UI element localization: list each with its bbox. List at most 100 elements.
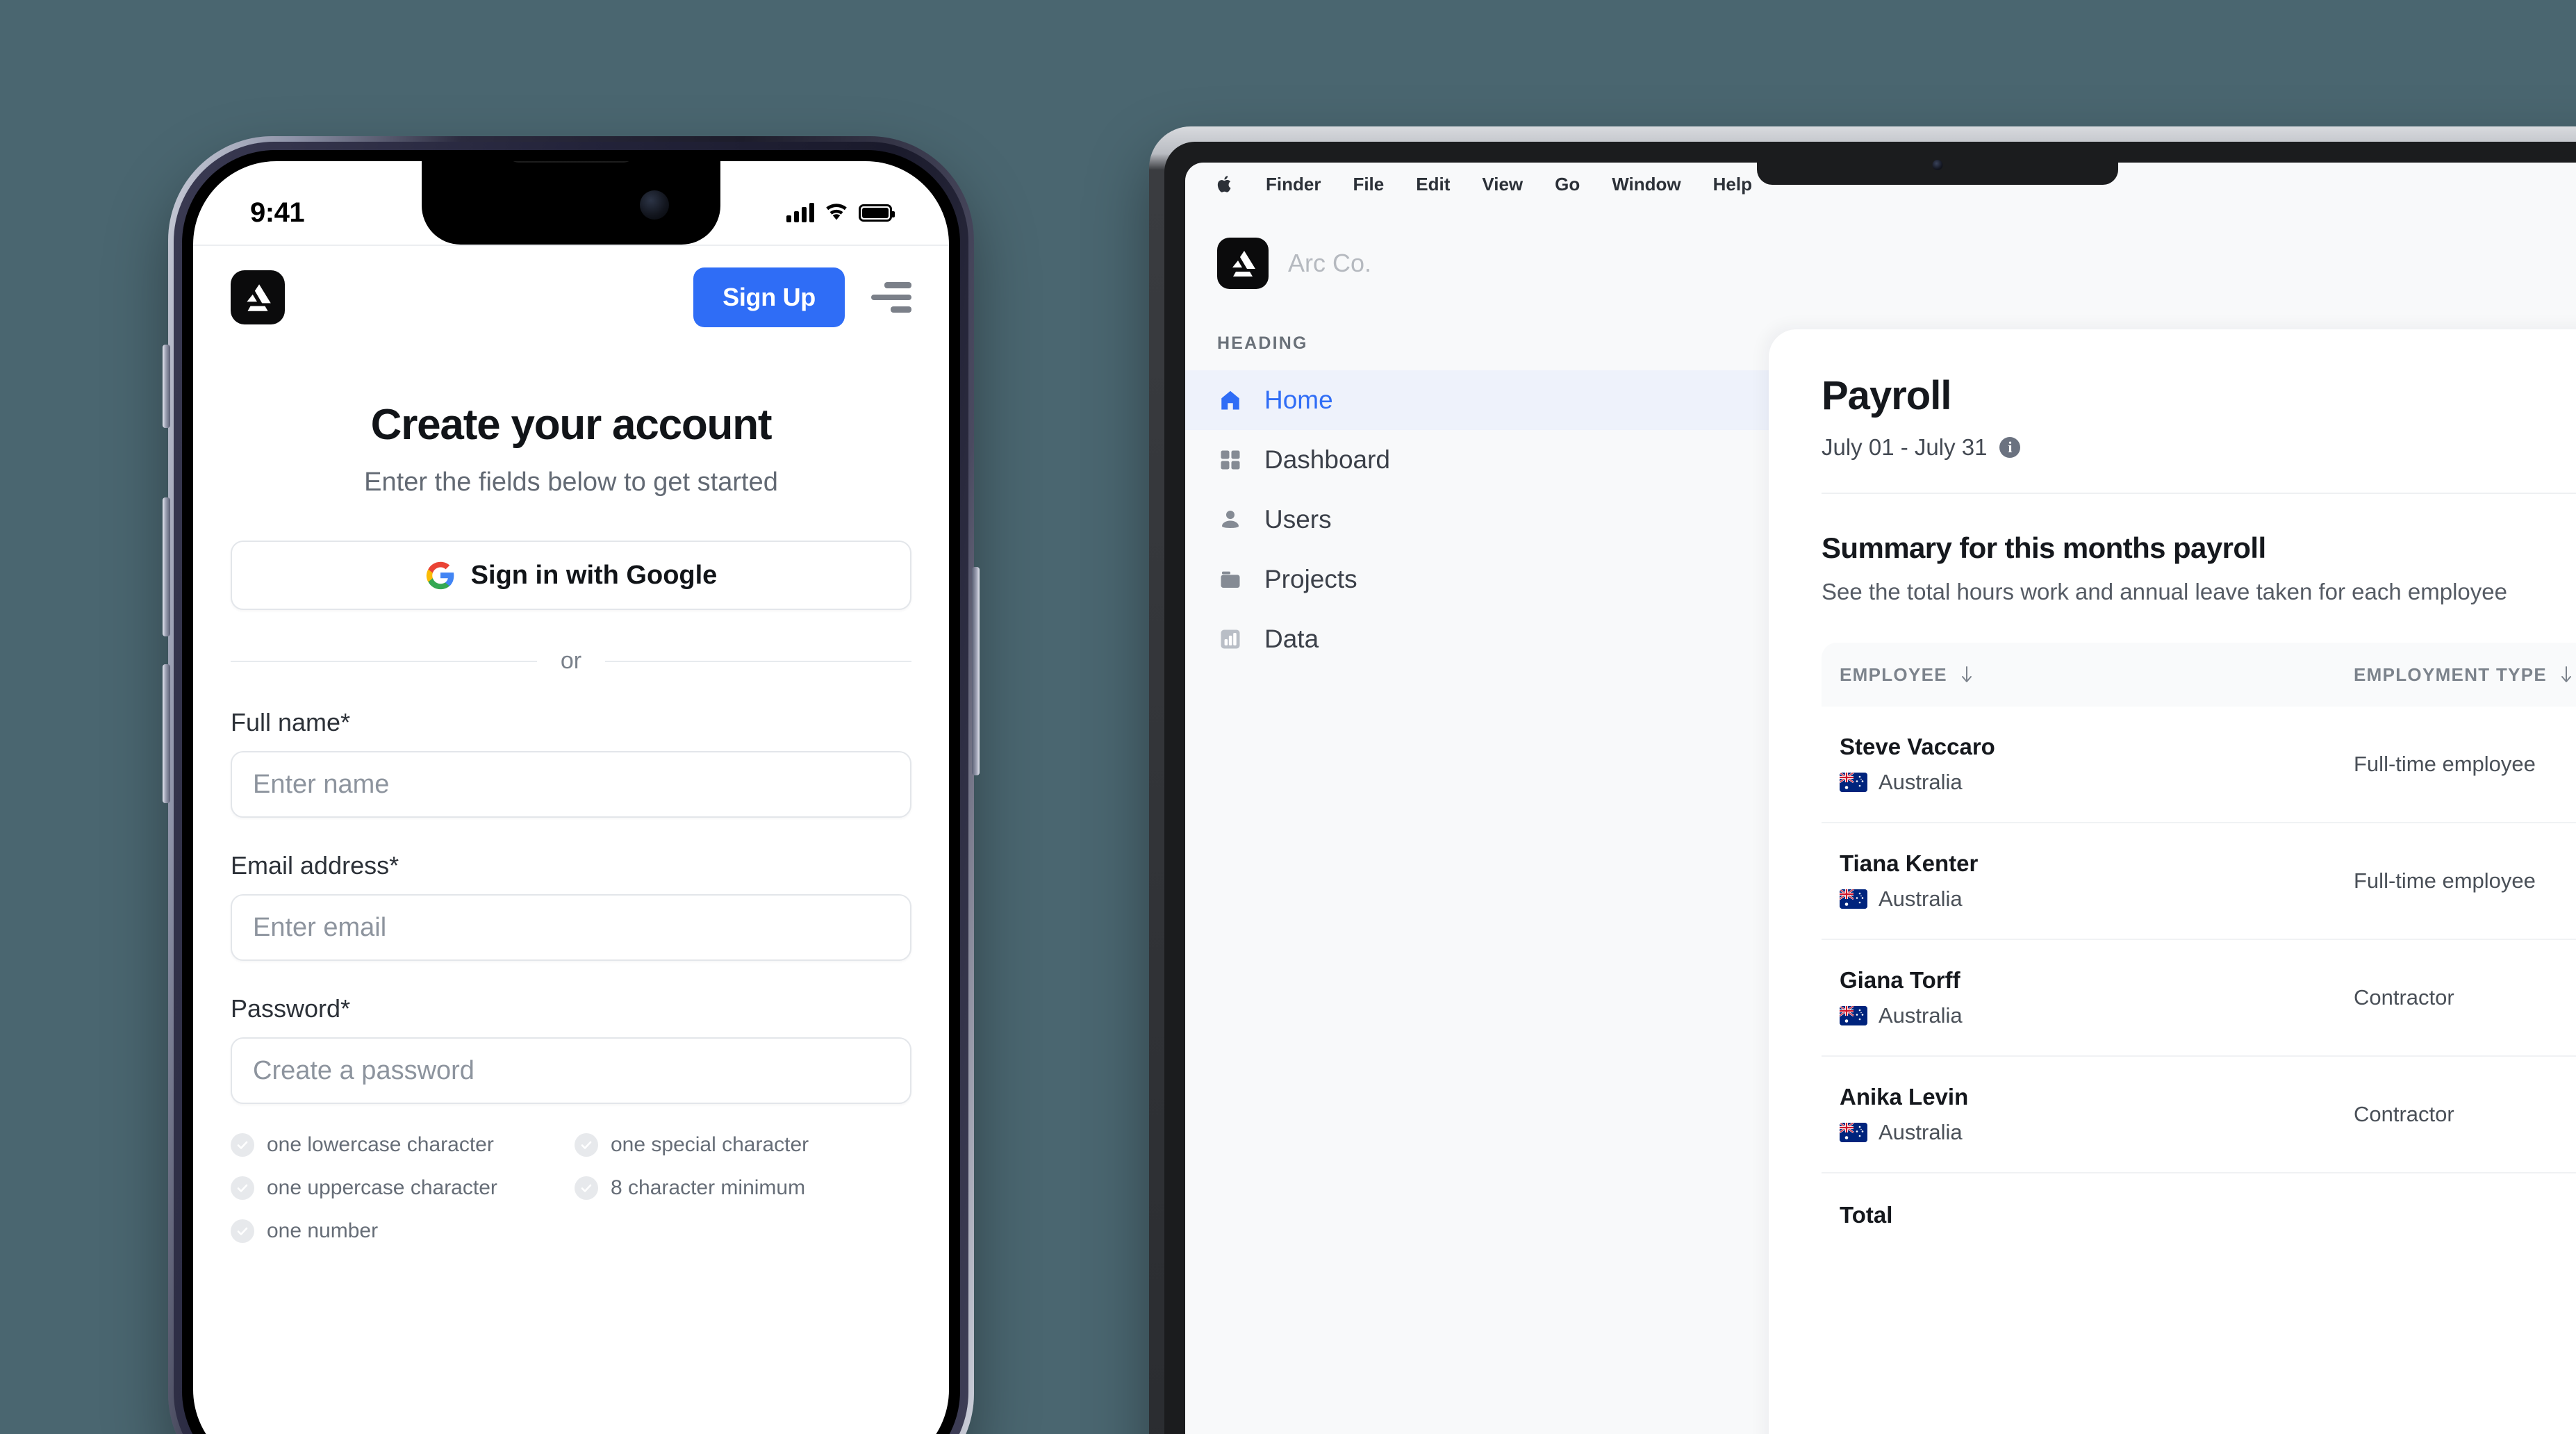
top-bar-actions: Sign Up <box>693 267 911 327</box>
cellular-bars-icon <box>786 203 814 222</box>
folder-icon <box>1217 566 1244 593</box>
status-indicators <box>786 203 895 222</box>
phone-power-button[interactable] <box>972 567 980 775</box>
employee-name: Anika Levin <box>1840 1084 1969 1110</box>
app-top-bar: Sign Up <box>193 245 949 349</box>
bar-chart-icon <box>1217 626 1244 652</box>
menu-item-go[interactable]: Go <box>1555 174 1580 195</box>
requirement-label: 8 character minimum <box>611 1176 806 1199</box>
date-range-label: July 01 - July 31 <box>1822 434 1988 460</box>
full-name-field-group: Full name* <box>231 708 911 818</box>
section-subtitle: See the total hours work and annual leav… <box>1822 579 2507 604</box>
phone-screen: 9:41 Sign Up Create your account Enter t… <box>193 161 949 1434</box>
employee-cell: Tiana Kenter Australia <box>1840 850 2354 912</box>
page-subtitle: Enter the fields below to get started <box>364 468 778 497</box>
section-title: Summary for this months payroll <box>1822 531 2266 564</box>
table-row[interactable]: Giana Torff Australia Contractor <box>1822 940 2576 1057</box>
sidebar-item-data[interactable]: Data <box>1185 609 1769 669</box>
employment-type: Contractor <box>2354 1102 2454 1126</box>
australia-flag-icon <box>1840 773 1867 792</box>
check-circle-icon <box>575 1176 598 1200</box>
employee-location: Australia <box>1840 770 2354 795</box>
employee-country: Australia <box>1879 1120 1963 1144</box>
sidebar-item-home[interactable]: Home <box>1185 370 1769 430</box>
full-name-input[interactable] <box>231 751 911 818</box>
column-header-employee[interactable]: EMPLOYEE <box>1840 664 2354 686</box>
employee-name: Giana Torff <box>1840 967 1960 993</box>
table-row[interactable]: Tiana Kenter Australia Full-time employe… <box>1822 823 2576 940</box>
front-camera-icon <box>640 190 669 220</box>
sidebar-item-users[interactable]: Users <box>1185 490 1769 550</box>
sidebar: Arc Co. HEADING Home Dashboard Users Pro… <box>1185 206 1769 1434</box>
info-icon[interactable]: i <box>1999 437 2021 458</box>
requirement-item: one number <box>231 1219 568 1243</box>
full-name-label: Full name* <box>231 708 351 736</box>
arrow-down-icon <box>1961 666 1972 682</box>
requirement-label: one special character <box>611 1133 809 1156</box>
table-header-row: EMPLOYEE EMPLOYMENT TYPE <box>1822 643 2576 707</box>
employee-cell: Steve Vaccaro Australia <box>1840 734 2354 795</box>
menu-item-edit[interactable]: Edit <box>1416 174 1450 195</box>
sidebar-nav-list: Home Dashboard Users Projects Data <box>1185 370 1769 669</box>
employee-country: Australia <box>1879 887 1963 911</box>
signup-form: Create your account Enter the fields bel… <box>193 349 949 1434</box>
table-total-row: Total <box>1822 1173 2576 1257</box>
employee-cell: Giana Torff Australia <box>1840 967 2354 1028</box>
password-input[interactable] <box>231 1037 911 1104</box>
page-title: Create your account <box>370 401 773 449</box>
requirement-label: one uppercase character <box>267 1176 497 1199</box>
check-circle-icon <box>231 1219 254 1243</box>
sidebar-item-label: Projects <box>1264 565 1357 593</box>
sidebar-item-label: Data <box>1264 625 1319 653</box>
employment-type: Full-time employee <box>2354 752 2536 776</box>
payroll-table: EMPLOYEE EMPLOYMENT TYPE Steve Vaccaro A… <box>1822 643 2576 1257</box>
sidebar-brand[interactable]: Arc Co. <box>1185 238 1769 289</box>
apple-logo-icon[interactable] <box>1217 174 1234 194</box>
sidebar-item-dashboard[interactable]: Dashboard <box>1185 430 1769 490</box>
employee-name: Tiana Kenter <box>1840 850 1979 876</box>
sign-up-button[interactable]: Sign Up <box>693 267 845 327</box>
hamburger-menu-icon[interactable] <box>871 282 911 313</box>
earpiece-speaker-icon <box>509 161 634 163</box>
menu-item-window[interactable]: Window <box>1612 174 1681 195</box>
menu-item-finder[interactable]: Finder <box>1266 174 1321 195</box>
divider-line-left <box>231 660 537 662</box>
grid-icon <box>1217 447 1244 473</box>
arc-logo-icon[interactable] <box>231 270 285 324</box>
email-input[interactable] <box>231 894 911 961</box>
phone-mute-switch[interactable] <box>163 345 170 428</box>
date-range-row: July 01 - July 31 i <box>1822 434 2576 461</box>
column-header-label: EMPLOYEE <box>1840 664 1947 685</box>
sign-in-with-google-button[interactable]: Sign in with Google <box>231 541 911 610</box>
payroll-card: Payroll July 01 - July 31 i Summary for … <box>1769 329 2576 1434</box>
divider-line-right <box>605 660 912 662</box>
employee-cell: Anika Levin Australia <box>1840 1084 2354 1145</box>
sidebar-item-label: Users <box>1264 505 1332 534</box>
employment-type: Contractor <box>2354 985 2454 1009</box>
email-field-group: Email address* <box>231 851 911 961</box>
total-label: Total <box>1840 1202 1893 1228</box>
sidebar-item-projects[interactable]: Projects <box>1185 550 1769 609</box>
requirement-label: one lowercase character <box>267 1133 494 1156</box>
table-row[interactable]: Steve Vaccaro Australia Full-time employ… <box>1822 707 2576 823</box>
requirement-item: one special character <box>575 1133 911 1157</box>
employee-location: Australia <box>1840 887 2354 912</box>
table-row[interactable]: Anika Levin Australia Contractor <box>1822 1057 2576 1173</box>
iphone-device: 9:41 Sign Up Create your account Enter t… <box>163 136 980 1434</box>
employee-location: Australia <box>1840 1120 2354 1145</box>
menu-item-help[interactable]: Help <box>1713 174 1752 195</box>
google-g-icon <box>426 561 454 590</box>
macbook-device: Finder File Edit View Go Window Help Arc… <box>1149 126 2576 1434</box>
brand-name: Arc Co. <box>1288 249 1372 277</box>
column-header-employment-type[interactable]: EMPLOYMENT TYPE <box>2354 664 2575 686</box>
phone-volume-down-button[interactable] <box>163 664 170 803</box>
employee-name: Steve Vaccaro <box>1840 734 1995 759</box>
sidebar-nav-heading: HEADING <box>1217 333 1308 353</box>
employee-country: Australia <box>1879 1003 1963 1028</box>
password-label: Password* <box>231 994 351 1023</box>
employment-type: Full-time employee <box>2354 868 2536 893</box>
column-header-label: EMPLOYMENT TYPE <box>2354 664 2548 685</box>
menu-item-view[interactable]: View <box>1482 174 1523 195</box>
menu-item-file[interactable]: File <box>1353 174 1384 195</box>
phone-volume-up-button[interactable] <box>163 497 170 636</box>
